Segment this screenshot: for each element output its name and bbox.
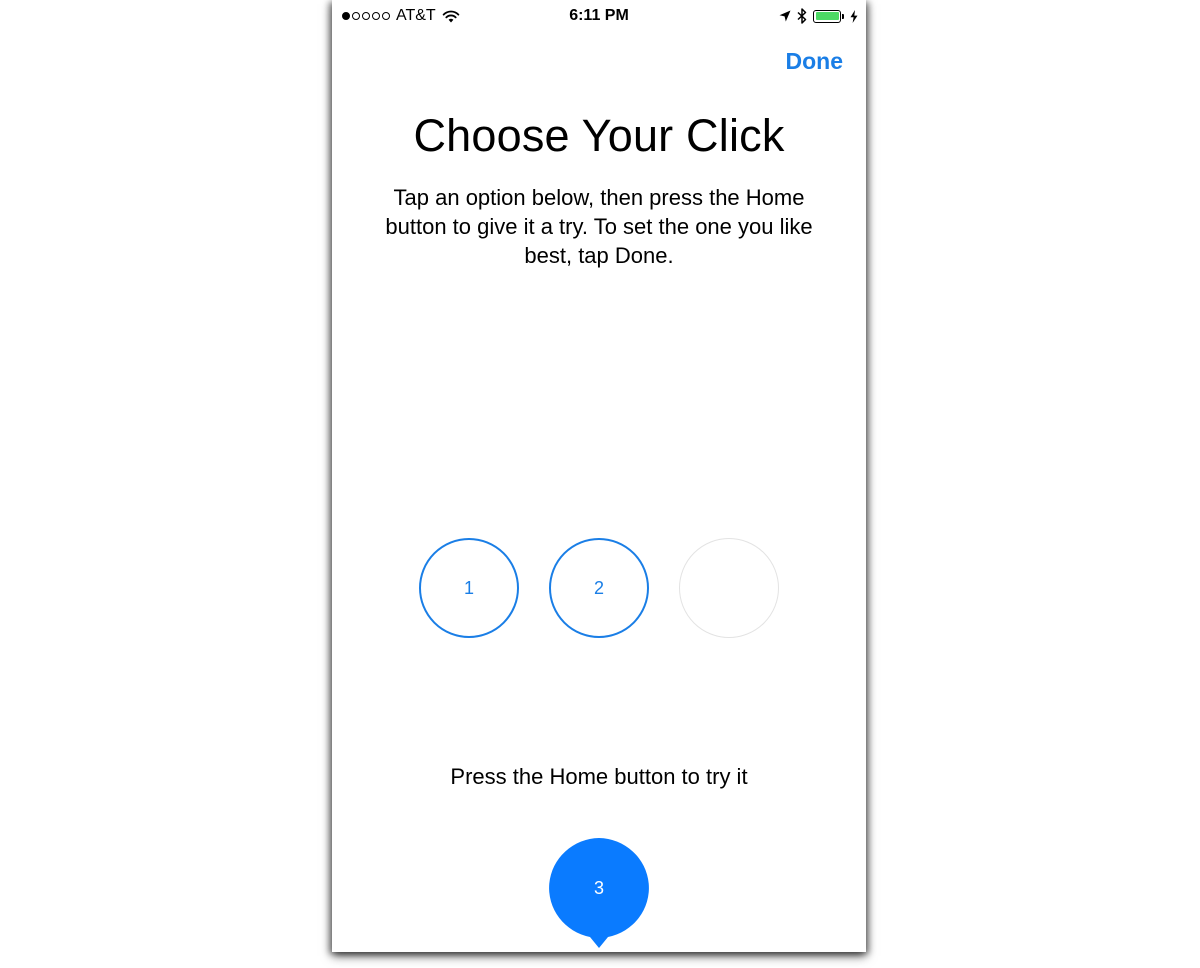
- status-right: [779, 8, 858, 24]
- battery-fill: [815, 12, 839, 20]
- click-option-empty-slot[interactable]: [679, 538, 779, 638]
- battery-icon: [813, 9, 844, 23]
- phone-screen: AT&T 6:11 PM Done Choose Your Click Tap …: [332, 0, 866, 952]
- done-button[interactable]: Done: [786, 48, 844, 75]
- battery-body: [813, 9, 841, 23]
- click-option-2[interactable]: 2: [549, 538, 649, 638]
- battery-tip: [842, 13, 844, 19]
- status-bar: AT&T 6:11 PM: [332, 0, 866, 34]
- hint-text: Press the Home button to try it: [450, 764, 748, 789]
- page-title: Choose Your Click: [413, 110, 785, 161]
- location-arrow-icon: [779, 10, 791, 22]
- click-option-1[interactable]: 1: [419, 538, 519, 638]
- dragged-option-label: 3: [593, 877, 604, 898]
- bluetooth-icon: [797, 8, 807, 24]
- charging-bolt-icon: [850, 9, 858, 23]
- dragged-option-3[interactable]: 3: [548, 838, 650, 950]
- instructions-text: Tap an option below, then press the Home…: [385, 185, 813, 268]
